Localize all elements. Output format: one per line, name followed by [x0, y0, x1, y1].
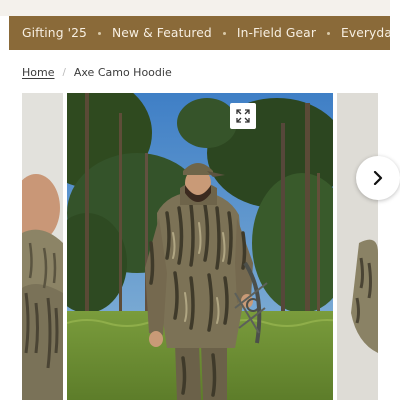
gallery-slide-main-image[interactable]: [67, 93, 333, 400]
breadcrumb-home-link[interactable]: Home: [22, 66, 54, 79]
product-image-gallery: [0, 93, 400, 400]
zoom-button[interactable]: [230, 103, 256, 129]
main-nav: Gifting '25 New & Featured In-Field Gear…: [9, 16, 390, 50]
nav-item-gifting[interactable]: Gifting '25: [22, 26, 87, 40]
nav-separator-dot: [97, 31, 101, 35]
nav-item-in-field-gear[interactable]: In-Field Gear: [237, 26, 316, 40]
nav-item-new-featured[interactable]: New & Featured: [112, 26, 212, 40]
breadcrumb-current: Axe Camo Hoodie: [73, 65, 172, 79]
gallery-slide-previous[interactable]: [22, 93, 63, 400]
nav-separator-dot: [326, 31, 330, 35]
gallery-next-button[interactable]: [356, 156, 400, 200]
top-announcement-strip: [0, 0, 390, 16]
breadcrumb-separator: /: [62, 66, 66, 78]
nav-separator-dot: [222, 31, 226, 35]
breadcrumb: Home / Axe Camo Hoodie: [22, 64, 172, 80]
nav-item-everyday-wear[interactable]: Everyday Wear: [341, 26, 390, 40]
expand-icon: [236, 109, 250, 123]
chevron-right-icon: [373, 171, 383, 185]
gallery-slide-next[interactable]: [337, 93, 378, 400]
